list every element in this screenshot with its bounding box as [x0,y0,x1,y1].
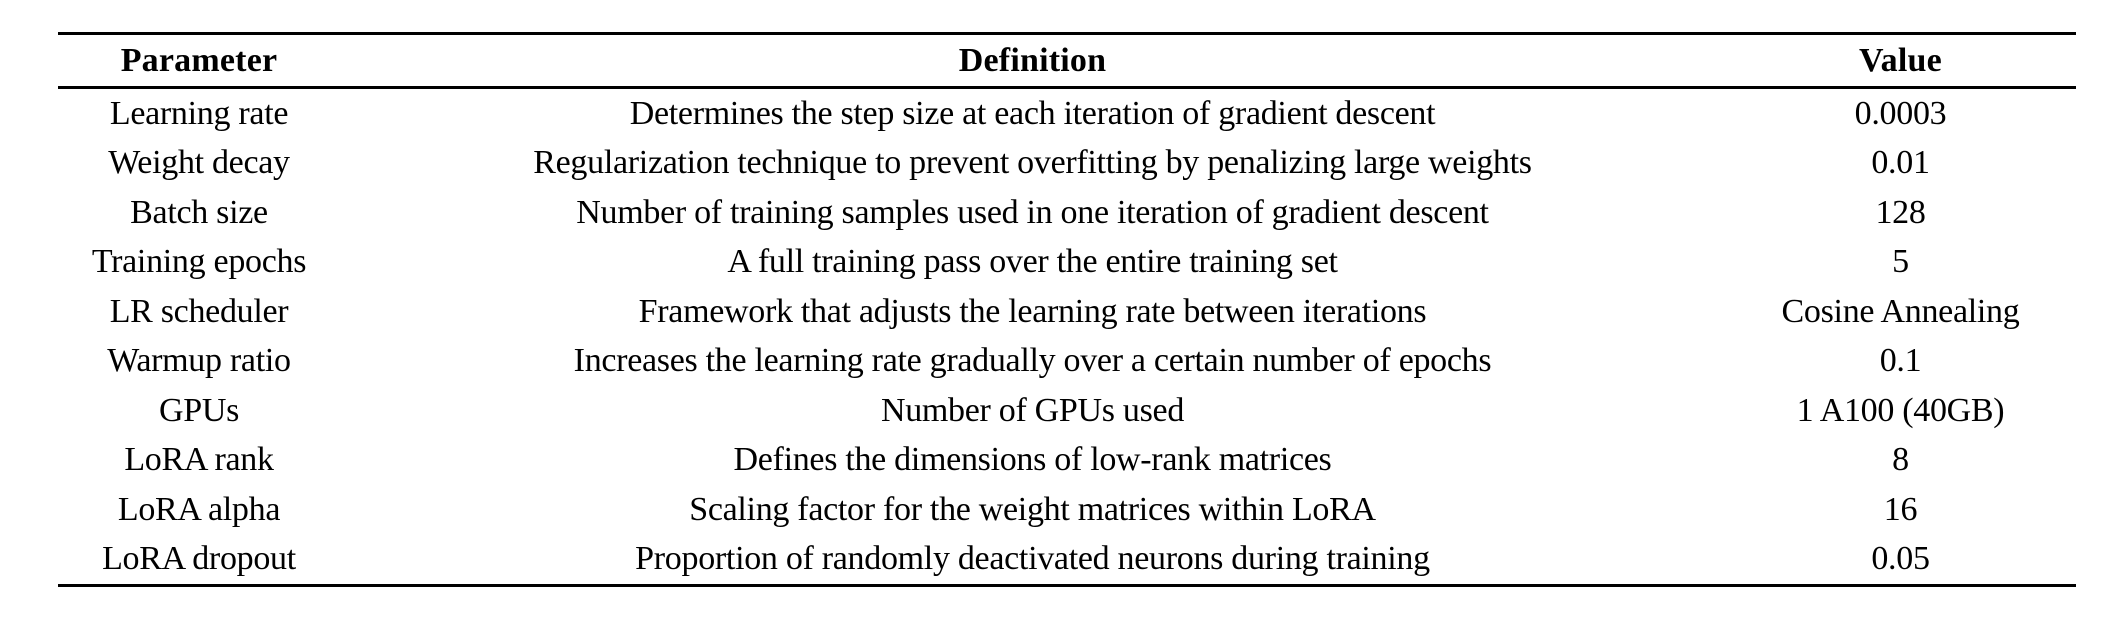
table-row: LoRA alpha Scaling factor for the weight… [58,485,2076,535]
cell-parameter: LR scheduler [109,292,289,330]
hyperparameter-table: Parameter Definition Value Learning rate… [58,32,2076,587]
cell-parameter: LoRA dropout [102,540,296,578]
table-body: Learning rate Determines the step size a… [58,88,2076,586]
cell-parameter: LoRA alpha [117,490,281,528]
header-definition: Definition [958,41,1107,79]
cell-value: 1 A100 (40GB) [1796,391,2005,429]
table-row: Learning rate Determines the step size a… [58,88,2076,139]
cell-definition: Regularization technique to prevent over… [533,144,1532,182]
cell-parameter: Batch size [130,193,268,231]
table-row: LoRA rank Defines the dimensions of low-… [58,436,2076,486]
header-parameter: Parameter [120,41,278,79]
cell-definition: Proportion of randomly deactivated neuro… [635,540,1430,578]
cell-definition: A full training pass over the entire tra… [727,243,1338,281]
cell-value: 0.05 [1871,540,1930,578]
header-value: Value [1859,41,1942,79]
header-row: Parameter Definition Value [58,33,2076,88]
hyperparameter-table-container: Parameter Definition Value Learning rate… [58,32,2076,587]
cell-value: 8 [1892,441,1909,479]
table-row: Weight decay Regularization technique to… [58,139,2076,189]
cell-parameter: Learning rate [109,94,289,132]
table-row: LoRA dropout Proportion of randomly deac… [58,535,2076,586]
cell-definition: Number of training samples used in one i… [576,193,1489,231]
cell-value: 5 [1892,243,1909,281]
cell-parameter: Weight decay [108,144,290,182]
table-header: Parameter Definition Value [58,33,2076,88]
cell-definition: Increases the learning rate gradually ov… [573,342,1492,380]
table-row: GPUs Number of GPUs used 1 A100 (40GB) [58,386,2076,436]
cell-value: 0.1 [1879,342,1922,380]
cell-definition: Defines the dimensions of low-rank matri… [733,441,1332,479]
cell-parameter: Warmup ratio [107,342,291,380]
cell-definition: Number of GPUs used [880,391,1185,429]
table-row: LR scheduler Framework that adjusts the … [58,287,2076,337]
cell-value: Cosine Annealing [1781,292,2020,330]
cell-definition: Framework that adjusts the learning rate… [638,292,1427,330]
cell-value: 0.01 [1871,144,1930,182]
table-row: Batch size Number of training samples us… [58,188,2076,238]
cell-value: 0.0003 [1854,94,1947,132]
cell-parameter: Training epochs [91,243,307,281]
cell-definition: Determines the step size at each iterati… [629,94,1436,132]
table-row: Training epochs A full training pass ove… [58,238,2076,288]
cell-parameter: GPUs [158,391,240,429]
cell-definition: Scaling factor for the weight matrices w… [689,490,1376,528]
cell-parameter: LoRA rank [124,441,274,479]
cell-value: 16 [1883,490,1918,528]
cell-value: 128 [1875,193,1926,231]
table-row: Warmup ratio Increases the learning rate… [58,337,2076,387]
